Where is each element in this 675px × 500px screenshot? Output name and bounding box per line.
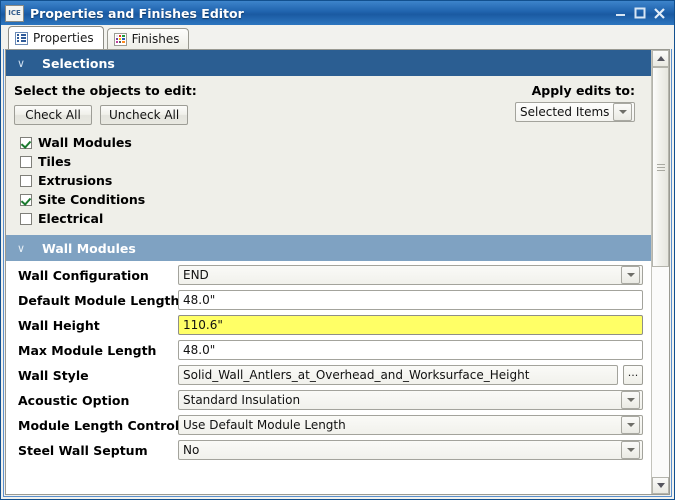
checkbox-extrusions[interactable] [20, 174, 32, 187]
checkbox-label-wall-modules: Wall Modules [38, 135, 132, 150]
checkbox-row-wall-modules[interactable]: Wall Modules [14, 134, 643, 151]
close-icon[interactable] [653, 7, 666, 20]
chevron-down-icon[interactable] [621, 416, 640, 434]
label-module-length-control: Module Length Control [18, 417, 180, 433]
apply-edits-dropdown[interactable]: Selected Items [515, 102, 635, 122]
section-header-selections[interactable]: ∨ Selections [6, 50, 651, 76]
check-all-button[interactable]: Check All [14, 105, 92, 125]
value-max-module-length: 48.0" [183, 343, 216, 357]
checkbox-row-extrusions[interactable]: Extrusions [14, 172, 643, 189]
value-default-module-length: 48.0" [183, 293, 216, 307]
section-title-wall-modules: Wall Modules [42, 240, 136, 256]
form-row-acoustic-option: Acoustic Option Standard Insulation [6, 389, 651, 411]
section-title-selections: Selections [42, 55, 115, 71]
chevron-down-icon[interactable] [621, 391, 640, 409]
scroll-down-button[interactable] [652, 477, 669, 494]
checkbox-electrical[interactable] [20, 212, 32, 225]
input-wall-height[interactable]: 110.6" [178, 315, 643, 335]
input-wall-style[interactable]: Solid_Wall_Antlers_at_Overhead_and_Works… [178, 365, 618, 385]
checkbox-label-extrusions: Extrusions [38, 173, 113, 188]
checkbox-label-tiles: Tiles [38, 154, 72, 169]
form-row-default-module-length: Default Module Length 48.0" [6, 289, 651, 311]
app-icon: ICE [5, 4, 24, 22]
label-wall-configuration: Wall Configuration [18, 267, 149, 283]
form-row-module-length-control: Module Length Control Use Default Module… [6, 414, 651, 436]
input-max-module-length[interactable]: 48.0" [178, 340, 643, 360]
input-default-module-length[interactable]: 48.0" [178, 290, 643, 310]
form-row-wall-style: Wall Style Solid_Wall_Antlers_at_Overhea… [6, 364, 651, 386]
selections-instruction: Select the objects to edit: [14, 83, 197, 98]
label-acoustic-option: Acoustic Option [18, 392, 130, 408]
tab-properties[interactable]: Properties [8, 26, 104, 49]
value-wall-configuration: END [183, 268, 209, 282]
checkbox-site-conditions[interactable] [20, 193, 32, 206]
checkbox-label-electrical: Electrical [38, 211, 104, 226]
checkbox-row-electrical[interactable]: Electrical [14, 210, 643, 227]
form-row-wall-height: Wall Height 110.6" [6, 314, 651, 336]
list-icon [15, 31, 28, 45]
value-acoustic-option: Standard Insulation [183, 393, 301, 407]
dropdown-acoustic-option[interactable]: Standard Insulation [178, 390, 643, 410]
scrollbar-track[interactable] [652, 67, 669, 477]
tab-strip: Properties Finishes [1, 25, 674, 49]
chevron-down-icon[interactable] [621, 441, 640, 459]
scrollbar-thumb[interactable] [652, 67, 669, 267]
chevron-down-icon[interactable]: ∨ [10, 57, 32, 70]
vertical-scrollbar[interactable] [651, 50, 669, 494]
form-row-steel-wall-septum: Steel Wall Septum No [6, 439, 651, 461]
apply-edits-value: Selected Items [520, 105, 610, 119]
label-max-module-length: Max Module Length [18, 342, 157, 358]
maximize-icon[interactable] [634, 7, 646, 19]
title-bar: ICE Properties and Finishes Editor [1, 1, 674, 25]
checkbox-wall-modules[interactable] [20, 136, 32, 149]
value-steel-wall-septum: No [183, 443, 200, 457]
color-swatch-grid-icon [113, 32, 127, 46]
window-controls [615, 7, 672, 20]
section-header-wall-modules[interactable]: ∨ Wall Modules [6, 235, 651, 261]
apply-edits-label: Apply edits to: [531, 83, 635, 98]
uncheck-all-button[interactable]: Uncheck All [100, 105, 189, 125]
value-wall-height: 110.6" [183, 318, 223, 332]
selections-top-row: Select the objects to edit: Check All Un… [14, 83, 643, 125]
value-module-length-control: Use Default Module Length [183, 418, 346, 432]
chevron-down-icon[interactable] [621, 266, 640, 284]
tab-finishes-label: Finishes [131, 32, 180, 46]
minimize-icon[interactable] [615, 7, 627, 19]
dropdown-steel-wall-septum[interactable]: No [178, 440, 643, 460]
triangle-up-icon [656, 56, 665, 61]
dropdown-wall-configuration[interactable]: END [178, 265, 643, 285]
object-checkbox-list: Wall Modules Tiles Extrusions Site Condi… [14, 134, 643, 227]
checkbox-label-site-conditions: Site Conditions [38, 192, 146, 207]
dropdown-module-length-control[interactable]: Use Default Module Length [178, 415, 643, 435]
form-row-wall-configuration: Wall Configuration END [6, 264, 651, 286]
checkbox-row-site-conditions[interactable]: Site Conditions [14, 191, 643, 208]
label-wall-height: Wall Height [18, 317, 100, 333]
selections-left: Select the objects to edit: Check All Un… [14, 83, 197, 125]
tab-finishes[interactable]: Finishes [106, 28, 190, 49]
application-window: ICE Properties and Finishes Editor Prope… [0, 0, 675, 500]
chevron-down-icon[interactable] [613, 103, 632, 121]
properties-panel: ∨ Selections Select the objects to edit:… [6, 50, 651, 494]
label-wall-style: Wall Style [18, 367, 89, 383]
label-steel-wall-septum: Steel Wall Septum [18, 442, 148, 458]
grip-icon [656, 163, 665, 171]
window-title: Properties and Finishes Editor [30, 5, 244, 21]
selection-buttons: Check All Uncheck All [14, 105, 197, 125]
tab-properties-label: Properties [33, 31, 94, 45]
wall-modules-form: Wall Configuration END Default Module Le… [6, 261, 651, 461]
checkbox-tiles[interactable] [20, 155, 32, 168]
form-row-max-module-length: Max Module Length 48.0" [6, 339, 651, 361]
label-default-module-length: Default Module Length [18, 292, 180, 308]
triangle-down-icon [656, 483, 665, 488]
content-area: ∨ Selections Select the objects to edit:… [5, 49, 670, 495]
chevron-down-icon[interactable]: ∨ [10, 242, 32, 255]
selections-body: Select the objects to edit: Check All Un… [6, 76, 651, 235]
browse-wall-style-button[interactable]: ... [623, 365, 643, 385]
checkbox-row-tiles[interactable]: Tiles [14, 153, 643, 170]
apply-edits-block: Apply edits to: Selected Items [515, 83, 643, 122]
value-wall-style: Solid_Wall_Antlers_at_Overhead_and_Works… [183, 368, 530, 382]
scroll-up-button[interactable] [652, 50, 669, 67]
